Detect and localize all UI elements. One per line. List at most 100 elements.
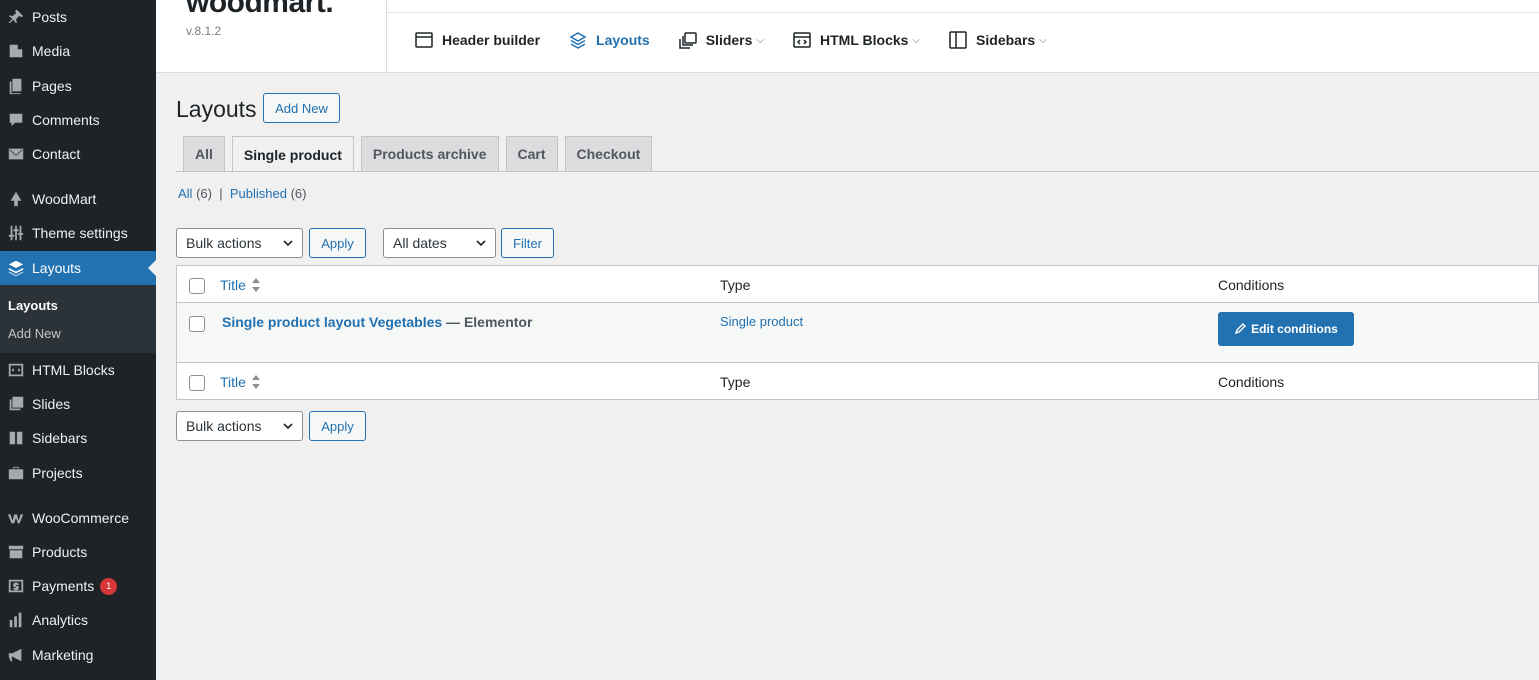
apply-button-bottom[interactable]: Apply	[309, 411, 366, 441]
date-filter-select[interactable]: All dates	[383, 228, 496, 258]
row-title-link[interactable]: Single product layout Vegetables	[222, 314, 442, 330]
sidebar-item-sidebars[interactable]: Sidebars	[0, 421, 156, 455]
archive-icon	[0, 543, 32, 561]
page-title: Layouts	[176, 96, 257, 122]
add-new-button[interactable]: Add New	[263, 93, 340, 123]
sidebar-item-html-blocks[interactable]: HTML Blocks	[0, 353, 156, 387]
nav-html-blocks[interactable]: HTML Blocks ⌵	[792, 30, 920, 50]
nav-sidebars[interactable]: Sidebars ⌵	[948, 30, 1047, 50]
sidebar-icon	[0, 429, 32, 447]
sidebar-item-woocommerce[interactable]: WooCommerce	[0, 501, 156, 535]
woo-icon	[0, 509, 32, 527]
title-column-footer[interactable]: Title	[220, 374, 260, 390]
admin-sidebar: Posts Media Pages Comments Contact WoodM…	[0, 0, 156, 680]
column-label: Title	[220, 374, 246, 390]
chevron-down-icon	[283, 240, 293, 247]
code-block-icon	[0, 361, 32, 379]
tab-checkout[interactable]: Checkout	[564, 136, 653, 171]
select-value: Bulk actions	[186, 418, 262, 434]
column-label: Title	[220, 277, 246, 293]
sidebar-item-woodmart[interactable]: WoodMart	[0, 182, 156, 216]
nav-layouts[interactable]: Layouts	[568, 30, 650, 50]
sidebar-item-layouts[interactable]: Layouts	[0, 251, 156, 285]
nav-label: Layouts	[596, 32, 650, 48]
sidebar-item-media[interactable]: Media	[0, 34, 156, 68]
sidebar-item-label: Media	[32, 43, 71, 59]
filter-published-link[interactable]: Published	[230, 186, 287, 201]
conditions-column-header: Conditions	[1218, 277, 1285, 293]
row-type-link[interactable]: Single product	[720, 314, 803, 329]
sidebar-item-comments[interactable]: Comments	[0, 103, 156, 137]
filter-published-count: (6)	[290, 186, 307, 201]
chevron-down-icon: ⌵	[1039, 34, 1047, 46]
sidebar-item-theme-settings[interactable]: Theme settings	[0, 216, 156, 250]
sidebar-item-pages[interactable]: Pages	[0, 69, 156, 103]
sidebar-item-label: Comments	[32, 112, 100, 128]
tab-all[interactable]: All	[183, 136, 225, 171]
main-content: Layouts Add New All Single product Produ…	[176, 73, 1539, 680]
bulk-actions-select-bottom[interactable]: Bulk actions	[176, 411, 303, 441]
nav-label: HTML Blocks	[820, 32, 909, 48]
layouts-submenu: Layouts Add New	[0, 285, 156, 353]
sidebar-item-analytics[interactable]: Analytics	[0, 603, 156, 637]
sidebar-item-slides[interactable]: Slides	[0, 387, 156, 421]
status-filters: All (6) | Published (6)	[178, 186, 306, 201]
mail-icon	[0, 145, 32, 163]
woodmart-header: woodmart. v.8.1.2 Header builder Layouts…	[156, 0, 1539, 73]
sidebar-item-projects[interactable]: Projects	[0, 456, 156, 490]
woodmart-logo: woodmart.	[186, 0, 334, 19]
sidebar-item-products[interactable]: Products	[0, 535, 156, 569]
select-all-checkbox-footer[interactable]	[189, 375, 205, 391]
sidebar-item-label: Payments	[32, 578, 95, 594]
chevron-down-icon	[283, 423, 293, 430]
title-column-header[interactable]: Title	[220, 277, 260, 293]
sidebar-item-label: WooCommerce	[32, 510, 129, 526]
sidebar-item-label: Products	[32, 544, 88, 560]
tree-icon	[0, 190, 32, 208]
sidebar-item-label: Posts	[32, 9, 68, 25]
sidebar-item-label: Analytics	[32, 612, 89, 628]
type-column-header: Type	[720, 277, 751, 293]
nav-header-builder[interactable]: Header builder	[414, 30, 540, 50]
dollar-icon	[0, 577, 32, 595]
chevron-down-icon	[476, 240, 486, 247]
sidebar-item-label: HTML Blocks	[32, 362, 115, 378]
brand-area: woodmart. v.8.1.2	[156, 0, 387, 73]
submenu-item-layouts[interactable]: Layouts	[8, 298, 58, 313]
sidebar-item-label: Theme settings	[32, 225, 128, 241]
filter-all-link[interactable]: All	[178, 186, 192, 201]
comment-icon	[0, 111, 32, 129]
nav-label: Header builder	[442, 32, 541, 48]
row-checkbox[interactable]	[189, 316, 205, 332]
select-value: All dates	[393, 235, 447, 251]
top-navigation: Header builder Layouts Sliders ⌵ HTML Bl…	[414, 30, 1075, 50]
filter-separator: |	[219, 186, 223, 201]
tab-single-product[interactable]: Single product	[231, 136, 354, 172]
sliders-icon	[0, 224, 32, 242]
sidebar-item-payments[interactable]: Payments 1	[0, 569, 156, 603]
edit-conditions-button[interactable]: Edit conditions	[1218, 312, 1354, 346]
sidebar-item-contact[interactable]: Contact	[0, 137, 156, 171]
sidebar-icon	[949, 31, 967, 49]
slides-icon	[678, 32, 697, 49]
tab-products-archive[interactable]: Products archive	[360, 136, 499, 171]
megaphone-icon	[0, 646, 32, 664]
apply-button-top[interactable]: Apply	[309, 228, 366, 258]
bulk-actions-select-top[interactable]: Bulk actions	[176, 228, 303, 258]
nav-sliders[interactable]: Sliders ⌵	[678, 30, 764, 50]
filter-button[interactable]: Filter	[501, 228, 554, 258]
pin-icon	[0, 8, 32, 26]
sidebar-item-label: Contact	[32, 146, 81, 162]
media-icon	[0, 42, 32, 60]
sidebar-item-label: Projects	[32, 465, 83, 481]
window-icon	[415, 32, 433, 48]
pencil-icon	[1235, 323, 1247, 335]
tab-cart[interactable]: Cart	[505, 136, 558, 171]
layers-icon	[569, 32, 587, 49]
select-all-checkbox[interactable]	[189, 278, 205, 294]
chevron-down-icon: ⌵	[912, 34, 921, 46]
sidebar-item-posts[interactable]: Posts	[0, 0, 156, 34]
submenu-item-add-new[interactable]: Add New	[8, 326, 61, 341]
sidebar-item-marketing[interactable]: Marketing	[0, 638, 156, 672]
sidebar-item-label: Pages	[32, 78, 72, 94]
